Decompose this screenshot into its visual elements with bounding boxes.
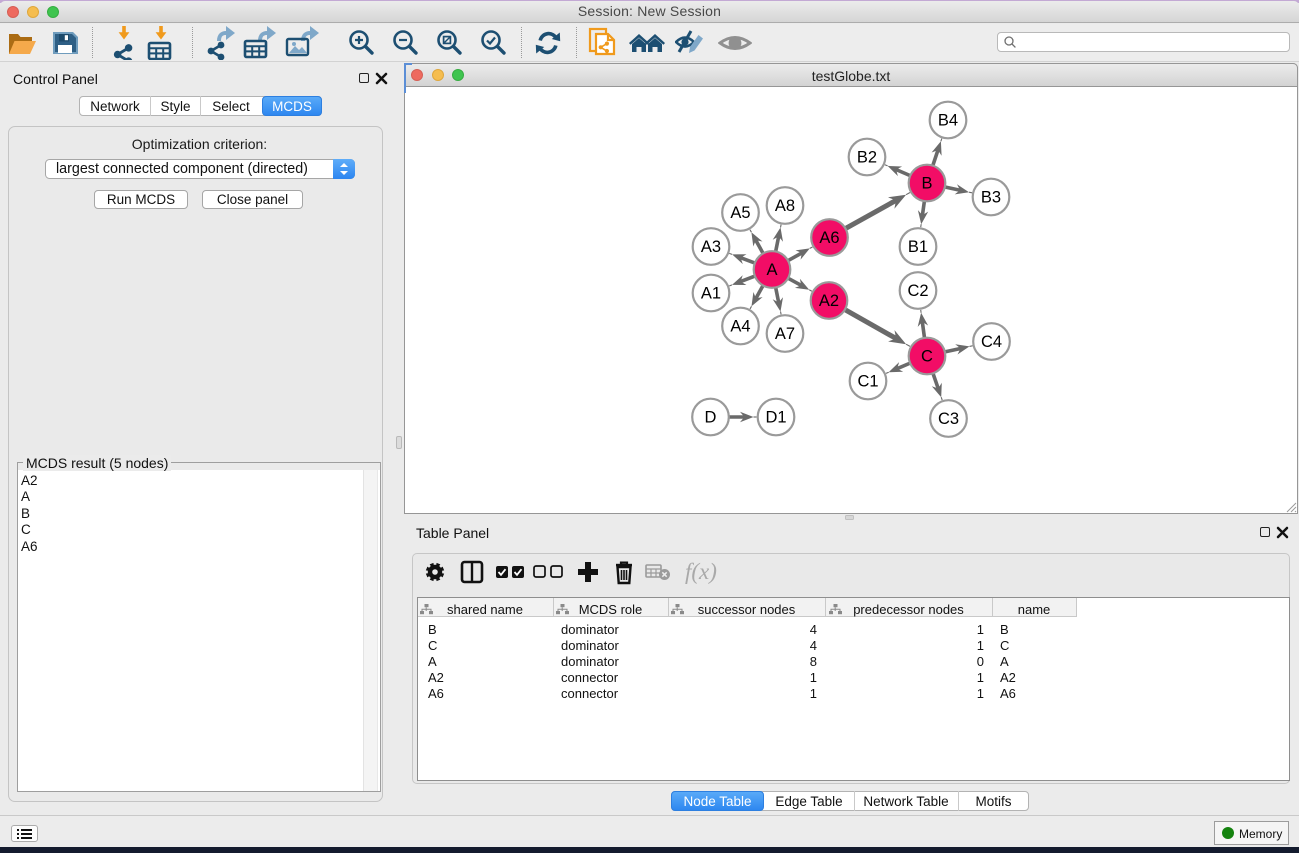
svg-text:A: A <box>766 261 777 279</box>
svg-text:A7: A7 <box>775 325 795 343</box>
svg-text:A6: A6 <box>819 229 839 247</box>
svg-text:C4: C4 <box>981 333 1002 351</box>
svg-text:B2: B2 <box>857 149 877 167</box>
svg-text:A1: A1 <box>701 285 721 303</box>
svg-text:D1: D1 <box>765 409 786 427</box>
svg-text:D: D <box>705 409 717 427</box>
svg-text:A4: A4 <box>730 318 750 336</box>
svg-text:A8: A8 <box>775 197 795 215</box>
svg-text:C2: C2 <box>907 282 928 300</box>
svg-text:B3: B3 <box>981 189 1001 207</box>
svg-text:A5: A5 <box>730 204 750 222</box>
svg-text:C: C <box>921 348 933 366</box>
svg-text:A3: A3 <box>701 238 721 256</box>
svg-text:B1: B1 <box>908 238 928 256</box>
svg-text:A2: A2 <box>819 292 839 310</box>
svg-text:B: B <box>921 175 932 193</box>
svg-text:C1: C1 <box>857 373 878 391</box>
svg-text:C3: C3 <box>938 410 959 428</box>
svg-text:B4: B4 <box>938 112 958 130</box>
